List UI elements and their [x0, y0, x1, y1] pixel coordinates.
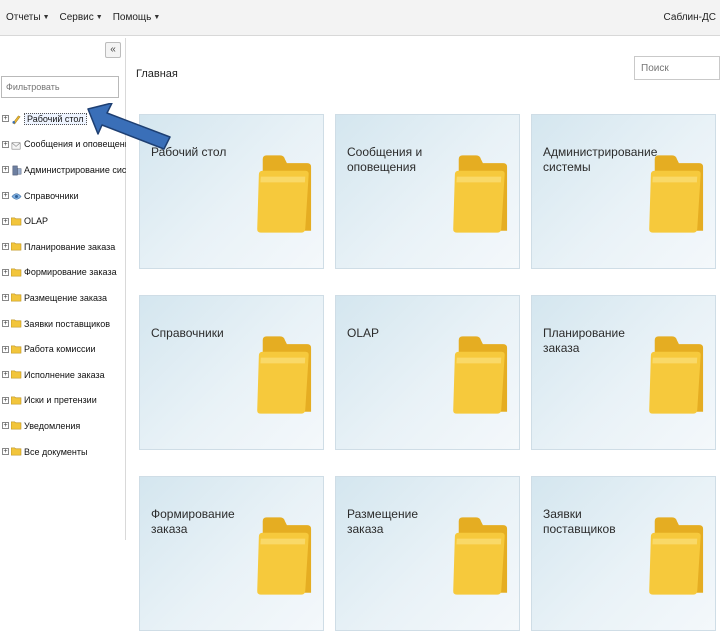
- menu-service[interactable]: Сервис ▼: [60, 12, 103, 23]
- expand-icon[interactable]: +: [2, 294, 9, 302]
- tree-item[interactable]: + OLAP: [2, 208, 124, 234]
- tile-label: Формирование заказа: [151, 507, 235, 536]
- main-menu: Отчеты ▼ Сервис ▼ Помощь ▼: [6, 12, 160, 23]
- tile-label: Заявки поставщиков: [543, 507, 616, 536]
- tree-item[interactable]: + Работа комиссии: [2, 336, 124, 362]
- expand-icon[interactable]: +: [2, 217, 9, 225]
- tree-item-label: Уведомления: [24, 420, 81, 431]
- expand-icon[interactable]: +: [2, 140, 9, 148]
- folder-icon: [255, 515, 313, 597]
- expand-icon[interactable]: +: [2, 422, 9, 430]
- tree-item[interactable]: + Формирование заказа: [2, 260, 124, 286]
- expand-icon[interactable]: +: [2, 243, 9, 251]
- tree-item-label: Справочники: [24, 190, 79, 201]
- tile[interactable]: Справочники: [139, 295, 324, 450]
- folder-icon: [10, 242, 22, 251]
- folder-icon: [10, 447, 22, 456]
- menu-help[interactable]: Помощь ▼: [113, 12, 161, 23]
- tree-item-label: Исполнение заказа: [24, 369, 105, 380]
- folder-icon: [10, 396, 22, 405]
- folder-icon: [451, 153, 509, 235]
- menu-service-label: Сервис: [59, 12, 94, 23]
- tree-item[interactable]: + Уведомления: [2, 413, 124, 439]
- expand-icon[interactable]: +: [2, 166, 9, 174]
- tree-item-label: Заявки поставщиков: [24, 318, 111, 329]
- tree-item[interactable]: + Заявки поставщиков: [2, 311, 124, 337]
- expand-icon[interactable]: +: [2, 320, 9, 328]
- expand-icon[interactable]: +: [2, 371, 9, 379]
- page-title: Главная: [136, 68, 178, 80]
- search-input[interactable]: [634, 56, 720, 80]
- desktop-icon: [11, 114, 22, 125]
- collapse-sidebar-button[interactable]: «: [105, 42, 121, 58]
- tile-label: Планирование заказа: [543, 326, 625, 355]
- folder-icon: [647, 334, 705, 416]
- callout-arrow-icon: [87, 103, 171, 150]
- folder-icon: [451, 515, 509, 597]
- tree-item[interactable]: + Все документы: [2, 439, 124, 465]
- tree-item-label: Все документы: [24, 446, 88, 457]
- folder-icon: [647, 153, 705, 235]
- tree-item[interactable]: + Иски и претензии: [2, 388, 124, 414]
- tree-item[interactable]: + Исполнение заказа: [2, 362, 124, 388]
- tree-item-label: Рабочий стол: [24, 112, 87, 125]
- expand-icon[interactable]: +: [2, 192, 9, 200]
- current-user[interactable]: Саблин-ДС: [664, 12, 716, 23]
- folder-icon: [10, 217, 22, 226]
- folder-icon: [10, 268, 22, 277]
- chevron-down-icon: ▼: [153, 14, 161, 21]
- chevron-down-icon: ▼: [42, 14, 50, 21]
- tile-label: Администрирование системы: [543, 145, 658, 174]
- tree-item-label: Формирование заказа: [24, 267, 117, 278]
- tree-item-label: Размещение заказа: [24, 292, 108, 303]
- tile-label: Сообщения и оповещения: [347, 145, 423, 174]
- tree-item-label: Планирование заказа: [24, 241, 116, 252]
- tile[interactable]: Размещение заказа: [335, 476, 520, 631]
- tile-label: Размещение заказа: [347, 507, 418, 536]
- navigation-tree: + Рабочий стол + Сообщения и оповещения + Адм…: [2, 106, 148, 465]
- tree-item-label: Работа комиссии: [24, 344, 96, 355]
- folder-icon: [10, 421, 22, 430]
- expand-icon[interactable]: +: [2, 448, 9, 456]
- tile[interactable]: Администрирование системы: [531, 114, 716, 269]
- folder-icon: [255, 153, 313, 235]
- tree-item[interactable]: + Справочники: [2, 183, 124, 209]
- menu-reports-label: Отчеты: [6, 12, 41, 23]
- folder-icon: [451, 334, 509, 416]
- tree-item[interactable]: + Администрирование системы: [2, 157, 148, 183]
- tile[interactable]: Планирование заказа: [531, 295, 716, 450]
- expand-icon[interactable]: +: [2, 396, 9, 404]
- admin-icon: [11, 165, 22, 176]
- tile[interactable]: OLAP: [335, 295, 520, 450]
- tile-label: Справочники: [151, 326, 224, 340]
- chevron-down-icon: ▼: [95, 14, 103, 21]
- expand-icon[interactable]: +: [2, 115, 9, 123]
- tile-label: OLAP: [347, 326, 380, 340]
- folder-icon: [10, 293, 22, 302]
- expand-icon[interactable]: +: [2, 268, 9, 276]
- messages-icon: [11, 140, 22, 150]
- tile[interactable]: Формирование заказа: [139, 476, 324, 631]
- menu-reports[interactable]: Отчеты ▼: [6, 12, 50, 23]
- tree-item[interactable]: + Размещение заказа: [2, 285, 124, 311]
- folder-icon: [10, 370, 22, 379]
- top-menu-bar: Отчеты ▼ Сервис ▼ Помощь ▼ Саблин-ДС: [0, 0, 720, 36]
- main-content: Главная Рабочий столСообщения и оповещен…: [126, 38, 720, 631]
- reference-icon: [11, 191, 22, 200]
- folder-icon: [647, 515, 705, 597]
- tree-item-label: OLAP: [24, 216, 49, 227]
- folder-icon: [255, 334, 313, 416]
- tile[interactable]: Сообщения и оповещения: [335, 114, 520, 269]
- filter-input[interactable]: [1, 76, 119, 98]
- tile[interactable]: Заявки поставщиков: [531, 476, 716, 631]
- menu-help-label: Помощь: [112, 12, 152, 23]
- tree-item[interactable]: + Планирование заказа: [2, 234, 124, 260]
- tree-item-label: Иски и претензии: [24, 395, 97, 406]
- expand-icon[interactable]: +: [2, 345, 9, 353]
- folder-icon: [10, 345, 22, 354]
- folder-icon: [10, 319, 22, 328]
